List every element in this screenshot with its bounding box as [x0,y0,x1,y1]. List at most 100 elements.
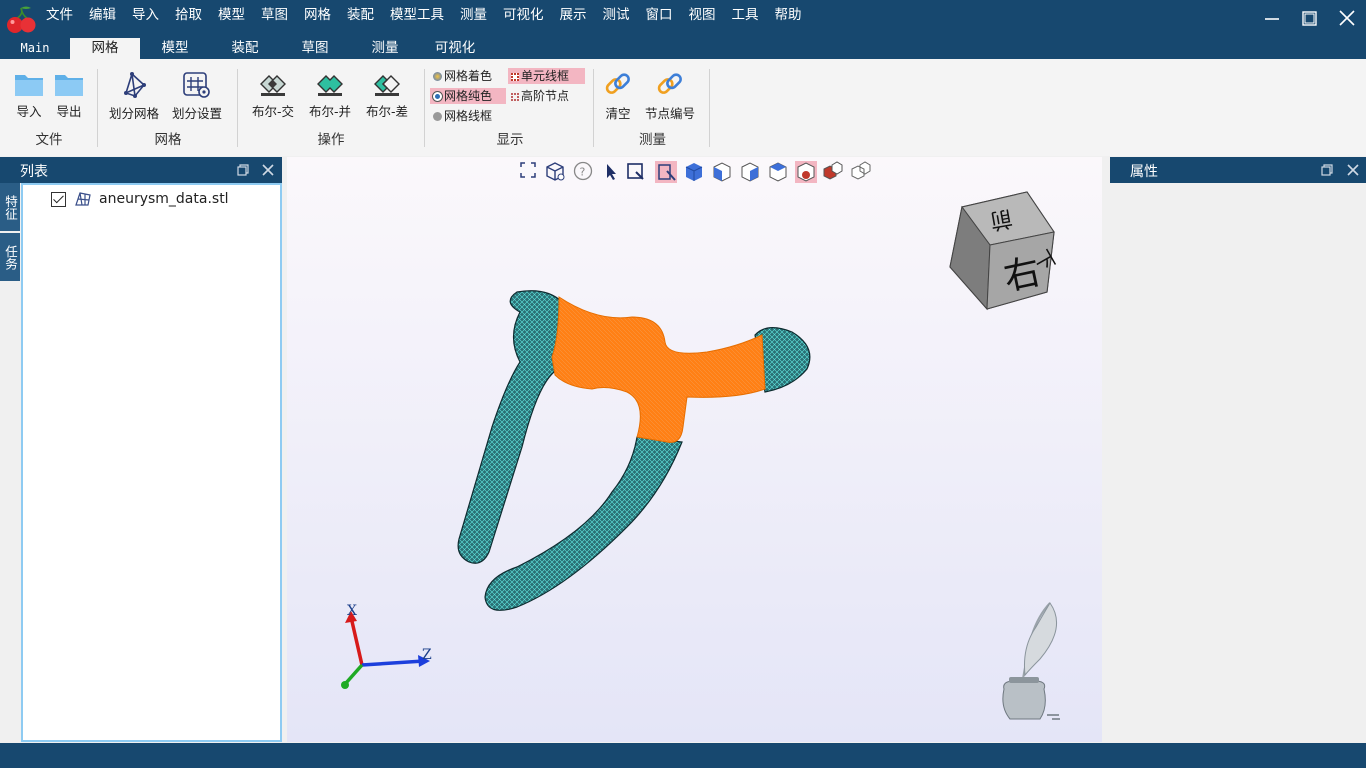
group-title-operations: 操作 [317,132,345,148]
menu-edit[interactable]: 编辑 [81,6,124,24]
properties-panel [1110,183,1366,742]
boolean-diff-button[interactable]: 布尔-差 [357,71,417,120]
boolean-difference-icon [374,75,400,96]
link-icon [605,73,630,94]
group-file: 导入 导出 文件 [0,67,98,151]
menu-show[interactable]: 展示 [552,6,595,24]
float-icon[interactable] [236,163,250,177]
menu-mesh[interactable]: 网格 [296,6,339,24]
menu-model[interactable]: 模型 [210,6,253,24]
boolean-union-icon [317,75,343,96]
properties-dock-header: 属性 [1110,157,1366,183]
exploded-view-icon[interactable] [823,161,843,180]
nodes-dot-icon [511,93,519,101]
close-button[interactable] [1333,6,1361,32]
box-select-icon[interactable] [627,163,644,180]
mesh-file-icon [75,192,91,206]
mesh-settings-button[interactable]: 划分设置 [167,71,227,122]
menu-sketch[interactable]: 草图 [253,6,296,24]
tab-main[interactable]: Main [8,38,62,59]
menu-file[interactable]: 文件 [38,6,81,24]
ribbon-tab-bar: Main 网格 模型 装配 草图 测量 可视化 [0,38,1366,59]
front-view-icon[interactable] [713,162,731,182]
right-view-icon[interactable] [741,162,759,182]
properties-dock-title: 属性 [1130,164,1158,180]
3d-viewport[interactable]: ? 前 右 下 X Z [287,157,1102,742]
tab-model[interactable]: 模型 [145,38,205,59]
divider [237,69,238,147]
divider [424,69,425,147]
group-operations: 布尔-交 布尔-并 布尔-差 操作 [240,67,422,151]
divide-mesh-button[interactable]: 划分网格 [104,71,164,122]
tab-visualize[interactable]: 可视化 [424,38,486,59]
wireframe-dot-icon [511,73,519,81]
help-icon[interactable]: ? [573,161,593,181]
tree-item[interactable]: aneurysm_data.stl [51,189,229,209]
mesh-color-option[interactable]: 网格着色 [430,68,495,84]
float-icon[interactable] [1320,163,1334,177]
menu-window[interactable]: 窗口 [638,6,681,24]
axis-triad: X Z [341,603,432,689]
folder-icon [55,75,83,96]
side-tab-features[interactable]: 特征 [0,183,20,231]
menu-import[interactable]: 导入 [124,6,167,24]
mesh-divide-icon [124,72,146,98]
select-face-icon[interactable] [655,161,677,183]
menu-tools[interactable]: 工具 [724,6,767,24]
list-dock-header: 列表 [0,157,282,183]
mesh-model[interactable] [447,277,867,637]
solid-cube-icon[interactable] [685,163,703,181]
quill-watermark-icon [1002,602,1060,720]
color-dot-icon [433,72,442,81]
boolean-intersect-button[interactable]: 布尔-交 [243,71,303,120]
menu-help[interactable]: 帮助 [767,6,810,24]
axis-z-label: Z [422,647,432,663]
maximize-button[interactable] [1295,6,1323,32]
side-tab-tasks[interactable]: 任务 [0,233,20,281]
high-order-nodes-option[interactable]: 高阶节点 [508,88,572,104]
tree-item-checkbox[interactable] [51,191,66,207]
section-view-icon[interactable] [795,161,817,183]
node-numbering-button[interactable]: 节点编号 [640,71,700,122]
boolean-intersect-icon [260,75,286,96]
menu-measure[interactable]: 测量 [452,6,495,24]
mesh-solid-option[interactable]: 网格纯色 [430,88,506,104]
title-bar: 文件 编辑 导入 拾取 模型 草图 网格 装配 模型工具 测量 可视化 展示 测… [0,0,1366,38]
element-wireframe-option[interactable]: 单元线框 [508,68,585,84]
minimize-button[interactable] [1258,6,1286,32]
export-button[interactable]: 导出 [40,71,98,120]
iso-view-icon[interactable] [546,162,565,181]
view-cube[interactable]: 前 右 下 [942,187,1072,312]
cherry-logo-icon [7,6,36,33]
mesh-settings-icon [183,72,210,98]
top-view-icon[interactable] [769,162,787,182]
pointer-icon[interactable] [607,164,616,180]
axis-x-label: X [347,603,357,619]
group-measure: 清空 节点编号 测量 [596,67,709,151]
tab-measure[interactable]: 测量 [355,38,415,59]
view-toolbar: ? [520,161,871,183]
menu-assembly[interactable]: 装配 [339,6,382,24]
model-tree: aneurysm_data.stl [21,183,282,742]
close-icon[interactable] [261,163,275,177]
divider [97,69,98,147]
tab-sketch[interactable]: 草图 [285,38,345,59]
mesh-wireframe-option[interactable]: 网格线框 [430,108,495,124]
menu-model-tools[interactable]: 模型工具 [382,6,452,24]
boolean-union-button[interactable]: 布尔-并 [300,71,360,120]
wireframe-cubes-icon[interactable] [851,161,871,180]
tab-mesh[interactable]: 网格 [70,38,140,59]
menu-view[interactable]: 视图 [681,6,724,24]
close-icon[interactable] [1346,163,1360,177]
menu-pick[interactable]: 拾取 [167,6,210,24]
menu-test[interactable]: 测试 [595,6,638,24]
ribbon: 导入 导出 文件 划分网格 划分设置 网格 布尔-交 布尔-并 布尔-差 操作 … [0,59,1366,156]
clear-button[interactable]: 清空 [590,71,646,122]
menu-visualize[interactable]: 可视化 [495,6,552,24]
group-title-display: 显示 [496,132,524,148]
viewcube-front-label: 前 [988,205,1014,233]
fit-view-icon[interactable] [520,162,536,178]
menu-bar: 文件 编辑 导入 拾取 模型 草图 网格 装配 模型工具 测量 可视化 展示 测… [38,6,810,24]
group-title-mesh: 网格 [154,132,182,148]
tab-assembly[interactable]: 装配 [215,38,275,59]
